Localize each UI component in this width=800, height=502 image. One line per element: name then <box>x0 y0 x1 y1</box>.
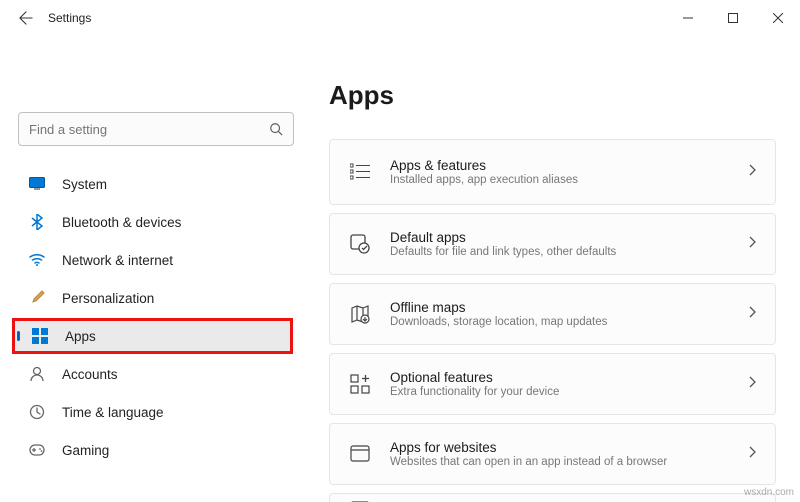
map-icon <box>348 302 372 326</box>
sidebar-item-label: Personalization <box>62 291 154 306</box>
close-button[interactable] <box>755 3 800 33</box>
video-icon <box>348 497 372 502</box>
apps-icon <box>31 327 49 345</box>
chevron-right-icon <box>749 235 757 253</box>
card-apps-for-websites[interactable]: Apps for websitesWebsites that can open … <box>329 423 776 485</box>
content-area: Apps Apps & featuresInstalled apps, app … <box>305 36 800 502</box>
sidebar-item-network[interactable]: Network & internet <box>12 242 293 278</box>
gaming-icon <box>28 441 46 459</box>
card-apps-features[interactable]: Apps & featuresInstalled apps, app execu… <box>329 139 776 205</box>
sidebar-item-personalization[interactable]: Personalization <box>12 280 293 316</box>
wifi-icon <box>28 251 46 269</box>
back-button[interactable] <box>8 0 44 36</box>
card-default-apps[interactable]: Default appsDefaults for file and link t… <box>329 213 776 275</box>
person-icon <box>28 365 46 383</box>
system-icon <box>28 175 46 193</box>
sidebar-item-accounts[interactable]: Accounts <box>12 356 293 392</box>
bluetooth-icon <box>28 213 46 231</box>
card-subtitle: Extra functionality for your device <box>390 386 749 398</box>
card-title: Optional features <box>390 370 749 385</box>
card-optional-features[interactable]: Optional featuresExtra functionality for… <box>329 353 776 415</box>
card-title: Default apps <box>390 230 749 245</box>
card-title: Apps & features <box>390 158 749 173</box>
minimize-icon <box>683 13 693 23</box>
list-icon <box>348 160 372 184</box>
sidebar-item-label: Bluetooth & devices <box>62 215 181 230</box>
card-title: Offline maps <box>390 300 749 315</box>
card-video-playback[interactable]: Video playback <box>329 493 776 502</box>
minimize-button[interactable] <box>665 3 710 33</box>
window-controls <box>665 3 800 33</box>
sidebar-item-apps[interactable]: Apps <box>12 318 293 354</box>
sidebar-item-label: Gaming <box>62 443 109 458</box>
card-title: Apps for websites <box>390 440 749 455</box>
sidebar-item-label: Network & internet <box>62 253 173 268</box>
chevron-right-icon <box>749 163 757 181</box>
search-field[interactable] <box>29 122 269 137</box>
window-title: Settings <box>48 11 91 25</box>
add-feature-icon <box>348 372 372 396</box>
chevron-right-icon <box>749 375 757 393</box>
sidebar-item-bluetooth[interactable]: Bluetooth & devices <box>12 204 293 240</box>
card-subtitle: Defaults for file and link types, other … <box>390 246 749 258</box>
chevron-right-icon <box>749 445 757 463</box>
sidebar-item-label: Accounts <box>62 367 118 382</box>
maximize-icon <box>728 13 738 23</box>
nav-list: System Bluetooth & devices Network & int… <box>12 166 293 468</box>
sidebar-item-system[interactable]: System <box>12 166 293 202</box>
search-icon <box>269 122 283 136</box>
card-offline-maps[interactable]: Offline mapsDownloads, storage location,… <box>329 283 776 345</box>
page-title: Apps <box>329 80 776 111</box>
card-subtitle: Installed apps, app execution aliases <box>390 174 749 186</box>
sidebar-item-label: Apps <box>65 329 96 344</box>
sidebar-item-time-language[interactable]: Time & language <box>12 394 293 430</box>
clock-icon <box>28 403 46 421</box>
sidebar-item-gaming[interactable]: Gaming <box>12 432 293 468</box>
close-icon <box>773 13 783 23</box>
sidebar: System Bluetooth & devices Network & int… <box>0 36 305 502</box>
arrow-left-icon <box>19 11 33 25</box>
window-icon <box>348 442 372 466</box>
card-subtitle: Downloads, storage location, map updates <box>390 316 749 328</box>
maximize-button[interactable] <box>710 3 755 33</box>
cards-list: Apps & featuresInstalled apps, app execu… <box>329 139 776 502</box>
sidebar-item-label: System <box>62 177 107 192</box>
titlebar: Settings <box>0 0 800 36</box>
default-apps-icon <box>348 232 372 256</box>
card-subtitle: Websites that can open in an app instead… <box>390 456 749 468</box>
search-input[interactable] <box>18 112 294 146</box>
sidebar-item-label: Time & language <box>62 405 164 420</box>
brush-icon <box>28 289 46 307</box>
watermark: wsxdn.com <box>744 487 794 498</box>
chevron-right-icon <box>749 305 757 323</box>
